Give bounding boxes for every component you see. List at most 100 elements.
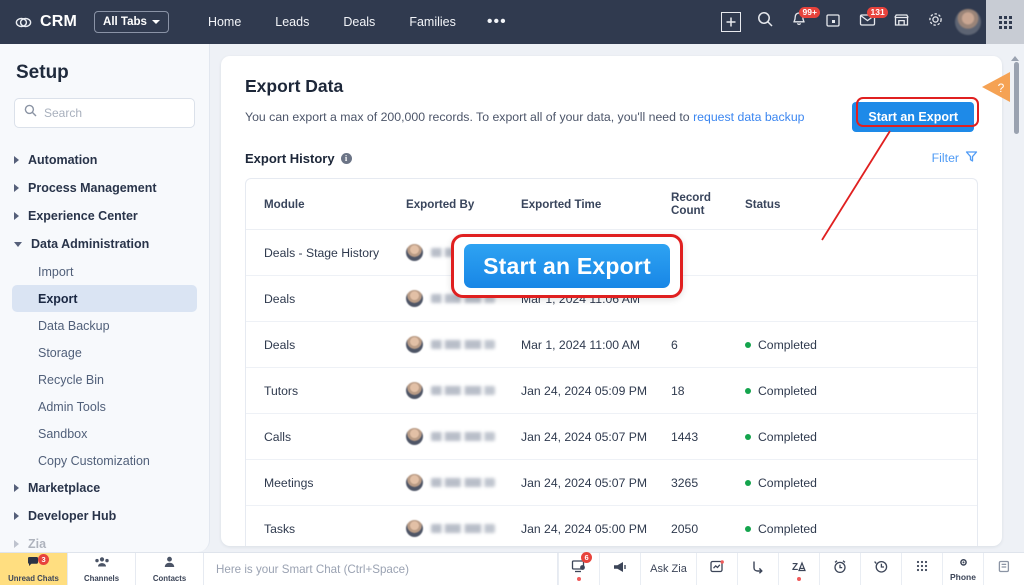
channels-button[interactable]: Channels	[68, 553, 136, 585]
marketplace-button[interactable]	[884, 0, 918, 44]
nav-item-home[interactable]: Home	[191, 0, 258, 44]
unread-chats-label: Unread Chats	[8, 574, 59, 583]
sidebar-item-import[interactable]: Import	[0, 258, 209, 285]
nav-more-icon[interactable]: •••	[473, 13, 521, 31]
search-icon	[24, 104, 37, 122]
analytics-icon	[709, 559, 725, 579]
brand-logo[interactable]: CRM	[0, 13, 77, 32]
status-badge: Completed	[745, 430, 885, 444]
reminders-button[interactable]	[819, 553, 860, 585]
zia-voice-button[interactable]: Z	[778, 553, 819, 585]
cell-status: Completed	[745, 459, 885, 506]
column-header-status[interactable]: Status	[745, 179, 885, 230]
phone-button[interactable]: Phone	[942, 553, 983, 585]
callout-start-an-export-button[interactable]: Start an Export	[464, 244, 670, 288]
calendar-button[interactable]	[816, 0, 850, 44]
column-header-exported-time[interactable]: Exported Time	[521, 179, 671, 230]
sidebar-item-sandbox[interactable]: Sandbox	[0, 420, 209, 447]
sidebar-group-experience-center[interactable]: Experience Center	[0, 202, 209, 230]
cell-exported-by	[406, 367, 521, 414]
sidebar-item-copy-customization[interactable]: Copy Customization	[0, 447, 209, 474]
table-row[interactable]: Deals Mar 1, 2024 11:00 AM 6 Completed	[246, 321, 977, 368]
table-row[interactable]: Calls Jan 24, 2024 05:07 PM 1443 Completed	[246, 413, 977, 460]
contacts-button[interactable]: Contacts	[136, 553, 204, 585]
smart-chat-bar[interactable]	[204, 553, 558, 585]
nav-item-families[interactable]: Families	[392, 0, 473, 44]
apps-grid-icon	[998, 15, 1012, 29]
cell-spacer	[885, 229, 977, 276]
chevron-right-icon	[14, 212, 19, 220]
redacted-name	[431, 340, 495, 349]
sidebar-item-admin-tools[interactable]: Admin Tools	[0, 393, 209, 420]
sidebar-group-automation[interactable]: Automation	[0, 146, 209, 174]
chevron-right-icon	[14, 184, 19, 192]
sidebar-group-label: Automation	[28, 153, 98, 167]
all-tabs-label: All Tabs	[103, 16, 147, 28]
apps-grid-button[interactable]	[986, 0, 1024, 44]
cell-exported-time: Jan 24, 2024 05:07 PM	[521, 459, 671, 506]
avatar	[406, 520, 423, 537]
cell-module: Deals	[246, 321, 406, 368]
status-badge: Completed	[745, 384, 885, 398]
add-new-button[interactable]	[714, 0, 748, 44]
request-data-backup-link[interactable]: request data backup	[693, 110, 804, 124]
sidebar-group-process-management[interactable]: Process Management	[0, 174, 209, 202]
sidebar-item-recycle-bin[interactable]: Recycle Bin	[0, 366, 209, 393]
status-dot	[577, 577, 581, 581]
sidebar-group-developer-hub[interactable]: Developer Hub	[0, 502, 209, 530]
screen-share-button[interactable]: 6	[558, 552, 599, 585]
dialpad-button[interactable]	[901, 553, 942, 585]
settings-button[interactable]	[918, 0, 952, 44]
nav-item-deals[interactable]: Deals	[326, 0, 392, 44]
status-badge: Completed	[745, 522, 885, 536]
scrollbar-up-arrow[interactable]	[1011, 56, 1019, 61]
chevron-right-icon	[14, 512, 19, 520]
sidebar-item-export[interactable]: Export	[12, 285, 197, 312]
sidebar-group-marketplace[interactable]: Marketplace	[0, 474, 209, 502]
column-header-exported-by[interactable]: Exported By	[406, 179, 521, 230]
start-an-export-button[interactable]: Start an Export	[852, 102, 974, 132]
chevron-right-icon	[14, 156, 19, 164]
cell-exported-by	[406, 413, 521, 460]
unread-chats-button[interactable]: Unread Chats 3	[0, 553, 68, 585]
ask-zia-button[interactable]: Ask Zia	[640, 553, 696, 585]
sidebar-group-zia[interactable]: Zia	[0, 530, 209, 552]
column-header-record-count[interactable]: Record Count	[671, 179, 745, 230]
cell-exported-by	[406, 459, 521, 506]
megaphone-icon	[612, 560, 629, 579]
help-tab-button[interactable]: ?	[980, 70, 1010, 109]
status-badge: Completed	[745, 476, 885, 490]
notifications-button[interactable]: 99+	[782, 0, 821, 44]
all-tabs-dropdown[interactable]: All Tabs	[94, 11, 169, 33]
recent-activity-button[interactable]	[860, 553, 901, 585]
announcements-button[interactable]	[599, 553, 640, 585]
analytics-button[interactable]	[696, 553, 737, 585]
sidebar-group-data-administration[interactable]: Data Administration	[0, 230, 209, 258]
nav-item-leads[interactable]: Leads	[258, 0, 326, 44]
sidebar-search[interactable]	[14, 98, 195, 128]
search-input[interactable]	[44, 106, 185, 120]
avatar	[406, 290, 423, 307]
table-row[interactable]: Tasks Jan 24, 2024 05:00 PM 2050 Completed	[246, 505, 977, 546]
sidebar-item-storage[interactable]: Storage	[0, 339, 209, 366]
search-button[interactable]	[748, 0, 782, 44]
avatar[interactable]	[955, 9, 981, 35]
table-row[interactable]: Tutors Jan 24, 2024 05:09 PM 18 Completed	[246, 367, 977, 414]
mail-button[interactable]: 131	[850, 0, 889, 44]
primary-nav-links: Home Leads Deals Families •••	[191, 0, 521, 44]
status-label: Completed	[758, 337, 817, 352]
cell-record-count: 3265	[671, 459, 745, 506]
filter-button[interactable]: Filter	[932, 150, 978, 166]
notes-button[interactable]	[983, 553, 1024, 585]
column-header-module[interactable]: Module	[246, 179, 406, 230]
sidebar-group-label: Process Management	[28, 181, 157, 195]
cell-module: Deals - Stage History	[246, 229, 406, 276]
info-icon[interactable]: i	[340, 152, 352, 164]
page-scrollbar[interactable]	[1014, 62, 1019, 134]
smart-chat-input[interactable]	[216, 562, 523, 576]
sidebar-group-label: Developer Hub	[28, 509, 117, 523]
table-row[interactable]: Meetings Jan 24, 2024 05:07 PM 3265 Complet…	[246, 459, 977, 506]
share-button[interactable]	[737, 553, 778, 585]
sidebar-item-data-backup[interactable]: Data Backup	[0, 312, 209, 339]
export-data-panel: Export Data You can export a max of 200,…	[221, 56, 1002, 546]
